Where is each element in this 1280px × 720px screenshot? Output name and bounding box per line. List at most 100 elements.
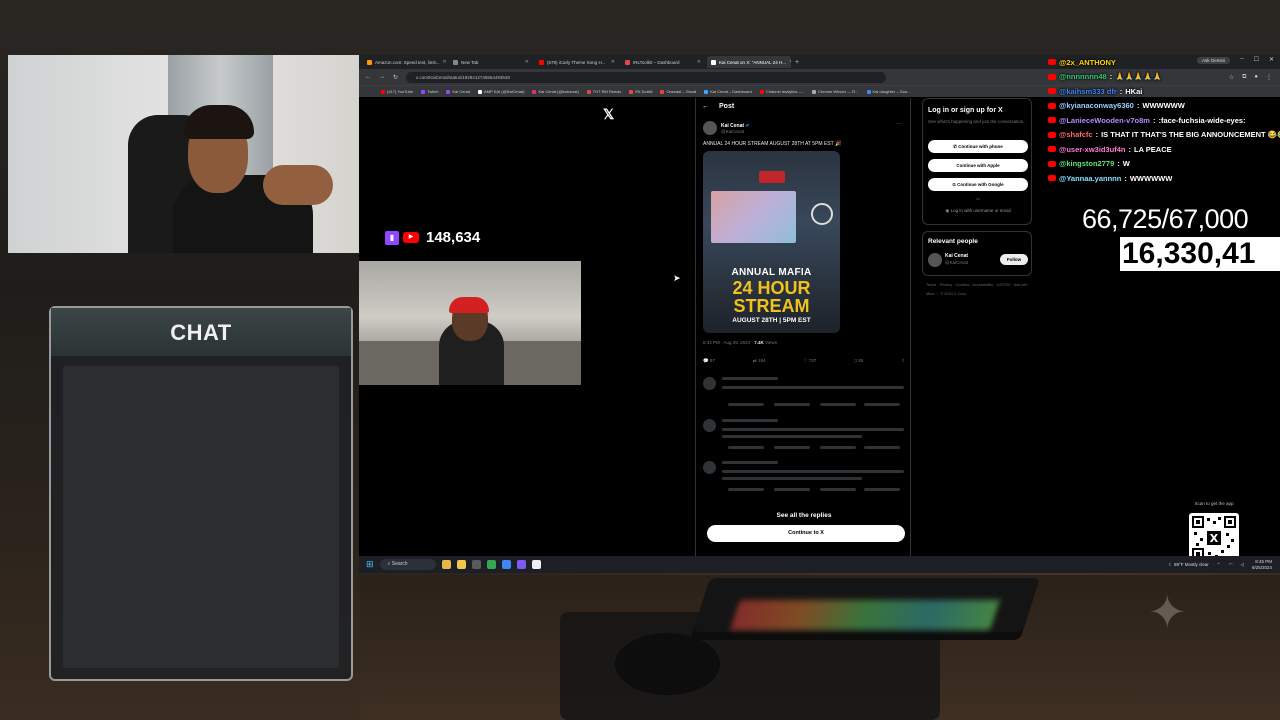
post-image[interactable]: ANNUAL MAFIA 24 HOUR STREAM AUGUST 28TH … bbox=[703, 151, 840, 333]
bookmark-label: Channel analytics –... bbox=[765, 89, 805, 94]
close-icon[interactable]: ✕ bbox=[611, 59, 615, 65]
app-icon[interactable] bbox=[531, 560, 541, 569]
bookmark-item[interactable]: THT RM Rewds bbox=[586, 89, 621, 94]
avatar[interactable] bbox=[703, 121, 717, 135]
close-icon[interactable]: ✕ bbox=[697, 59, 701, 65]
see-all-replies-link[interactable]: See all the replies bbox=[696, 512, 912, 519]
address-bar[interactable]: x.com/KaiCenat/status/182841274555449364… bbox=[406, 71, 887, 83]
app-icon[interactable] bbox=[501, 560, 511, 569]
chat-username: @kingston2779 bbox=[1059, 159, 1115, 169]
post-author[interactable]: Kai Cenat ✔ @KaiCenat bbox=[703, 121, 750, 135]
volume-icon[interactable]: ◁ bbox=[1241, 562, 1244, 568]
weather-widget[interactable]: ☾ 89°F Mostly clear bbox=[1169, 562, 1209, 568]
reload-icon[interactable]: ↻ bbox=[393, 74, 398, 81]
apple-button-label: Continue with Apple bbox=[956, 163, 1000, 168]
bookmark-item[interactable]: Twitch bbox=[421, 89, 438, 94]
chat-text: 🙏🙏🙏🙏🙏 bbox=[1115, 72, 1162, 82]
app-icon[interactable] bbox=[516, 560, 526, 569]
chat-panel: CHAT bbox=[49, 306, 353, 681]
bookmark-item[interactable]: Channel analytics –... bbox=[759, 89, 805, 94]
post-views: 7.4K bbox=[754, 340, 764, 345]
bookmark-favicon-icon bbox=[421, 89, 426, 94]
repost-icon: ⇄ bbox=[752, 358, 757, 363]
avatar[interactable] bbox=[928, 253, 942, 267]
chat-text: IS THAT IT THAT'S THE BIG ANNOUNCEMENT 😂… bbox=[1101, 130, 1280, 140]
browser-tab[interactable]: (679) iCarly Theme Song H... ✕ bbox=[535, 56, 619, 68]
bookmark-item[interactable]: Kai Cenat (@kaicenat) bbox=[532, 89, 579, 94]
qr-label: Scan to get the app bbox=[1194, 501, 1234, 506]
bookmark-item[interactable]: Kai daughter – Goo... bbox=[866, 89, 911, 94]
close-icon[interactable]: ✕ bbox=[525, 59, 529, 65]
chat-separator: : bbox=[1128, 144, 1132, 154]
browser-tab-active[interactable]: Kai Cenat on X: "ANNUAL 24 H...✕ bbox=[707, 56, 791, 68]
bookmark-button[interactable]: ▯ 25 bbox=[854, 358, 863, 364]
svg-text:X: X bbox=[1210, 532, 1219, 545]
continue-with-phone-button[interactable]: ✆ Continue with phone bbox=[928, 140, 1028, 153]
login-username-link[interactable]: ◉ Log in with username or email bbox=[928, 208, 1028, 214]
qr-code[interactable]: X bbox=[1189, 513, 1239, 556]
youtube-icon bbox=[1048, 131, 1056, 138]
youtube-icon bbox=[1048, 160, 1056, 167]
windows-start-icon[interactable]: ⊞ bbox=[366, 559, 374, 570]
file-explorer-icon[interactable] bbox=[456, 560, 466, 569]
chat-separator: : bbox=[1117, 159, 1120, 169]
like-button[interactable]: ♡ 737 bbox=[804, 358, 817, 364]
bookmark-item[interactable]: Onecast – Gmail bbox=[660, 89, 696, 94]
relevant-person-name[interactable]: Kai Cenat bbox=[945, 253, 968, 259]
back-arrow-icon[interactable]: ← bbox=[702, 103, 709, 110]
embedded-stream-video bbox=[359, 261, 581, 385]
bookmark-label: Kai Cenat bbox=[452, 89, 471, 94]
reply-button[interactable]: 💬 67 bbox=[703, 358, 715, 364]
chat-message: @nnnnnnn48: 🙏🙏🙏🙏🙏 bbox=[1048, 70, 1280, 85]
bookmark-label: Kai daughter – Goo... bbox=[872, 89, 911, 94]
x-logo-icon[interactable]: 𝕏 bbox=[603, 106, 614, 123]
taskbar-search[interactable]: ⌕ Search bbox=[379, 559, 436, 570]
footer-links[interactable]: Terms · Privacy · Cookies · Accessibilit… bbox=[926, 281, 1036, 299]
continue-with-apple-button[interactable]: Continue with Apple bbox=[928, 159, 1028, 172]
skeleton-avatar bbox=[703, 461, 716, 474]
bookmark-item[interactable]: Kai Cenat – Dashboard bbox=[704, 89, 752, 94]
chrome-icon[interactable] bbox=[486, 560, 496, 569]
share-icon[interactable]: ⇪ bbox=[901, 358, 905, 364]
skeleton-avatar bbox=[703, 377, 716, 390]
back-icon[interactable]: ← bbox=[365, 74, 371, 80]
author-name: Kai Cenat bbox=[721, 122, 745, 129]
bookmark-item[interactable]: Kai Cenat bbox=[446, 89, 470, 94]
new-tab-icon[interactable]: + bbox=[795, 59, 799, 66]
task-view-icon[interactable] bbox=[471, 560, 481, 569]
bookmark-favicon-icon bbox=[660, 89, 665, 94]
continue-with-google-button[interactable]: G Continue with Google bbox=[928, 178, 1028, 191]
browser-tab[interactable]: IRLToolkit – Dashboard ✕ bbox=[621, 56, 705, 68]
bookmark-item[interactable]: AMP KAI (@KaiCenat) bbox=[478, 89, 524, 94]
follow-button[interactable]: Follow bbox=[1000, 254, 1028, 265]
widgets-icon[interactable] bbox=[441, 560, 451, 569]
browser-tab[interactable]: Amazon.com: Speed test, limit... ✕ bbox=[363, 56, 447, 68]
chat-text: :face-fuchsia-wide-eyes: bbox=[1158, 115, 1246, 125]
bookmark-item[interactable]: Chrome Winner — R... bbox=[812, 89, 859, 94]
wifi-icon[interactable]: ◠ bbox=[1229, 562, 1233, 568]
chat-message: @user-xw3id3uf4n: LA PEACE bbox=[1048, 142, 1280, 157]
login-subtitle: See what's happening and join the conver… bbox=[928, 119, 1025, 124]
forward-icon[interactable]: → bbox=[379, 74, 385, 80]
chat-message: @2x_ANTHONY bbox=[1048, 55, 1280, 70]
close-icon[interactable]: ✕ bbox=[443, 59, 447, 65]
skeleton-line bbox=[864, 488, 900, 491]
tray-chevron-icon[interactable]: ⌃ bbox=[1217, 562, 1221, 568]
close-icon[interactable]: ✕ bbox=[789, 59, 791, 65]
bookmark-item[interactable]: (417) YouTube bbox=[381, 89, 413, 94]
more-options-icon[interactable]: ··· bbox=[896, 121, 902, 127]
repost-button[interactable]: ⇄ 184 bbox=[753, 358, 766, 364]
qr-code-icon: X bbox=[1192, 516, 1236, 556]
mouse-cursor-icon: ➤ bbox=[673, 273, 681, 283]
bookmark-item[interactable]: IRLToolkit bbox=[629, 89, 652, 94]
tab-label: IRLToolkit – Dashboard bbox=[633, 59, 680, 65]
image-ring-light bbox=[811, 203, 833, 225]
clock[interactable]: 8:45 PM 8/25/2024 bbox=[1252, 559, 1272, 571]
skeleton-line bbox=[820, 403, 856, 406]
post-meta: 8:44 PM · Aug 25, 2024 · 7.4K Views bbox=[703, 340, 777, 345]
continue-to-x-button[interactable]: Continue to X bbox=[707, 525, 905, 542]
login-username-label: Log in with username or email bbox=[950, 208, 1011, 213]
webcam-streamer-hands bbox=[263, 165, 333, 205]
post-actions: 💬 67 ⇄ 184 ♡ 737 ▯ 25 ⇪ bbox=[703, 358, 905, 364]
browser-tab[interactable]: New Tab ✕ bbox=[449, 56, 533, 68]
